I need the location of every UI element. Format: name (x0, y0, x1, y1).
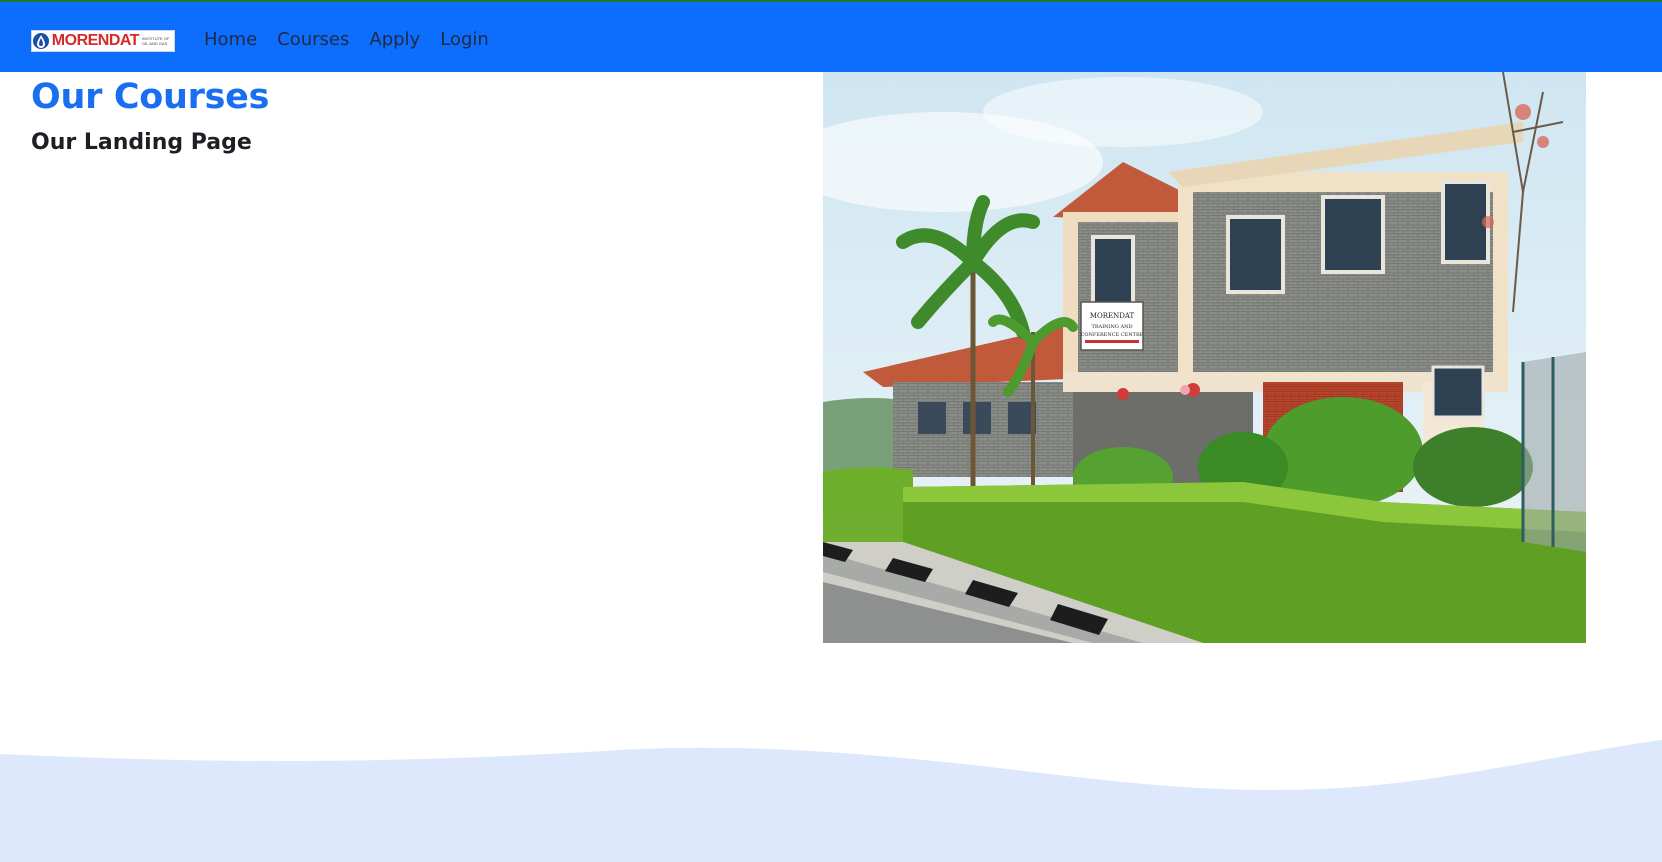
page-subtitle: Our Landing Page (31, 130, 252, 155)
nav-apply[interactable]: Apply (369, 28, 420, 52)
nav-home[interactable]: Home (204, 28, 257, 52)
footer-wave (0, 730, 1662, 862)
nav-courses[interactable]: Courses (277, 28, 349, 52)
sign-line-3: CONFERENCE CENTRE (1081, 332, 1144, 338)
brand-name: MORENDAT (51, 32, 140, 49)
hero-image: MORENDAT TRAINING AND CONFERENCE CENTRE (823, 72, 1586, 643)
brand-logo[interactable]: MORENDAT Institute of Oil and Gas (31, 30, 175, 52)
top-navbar: MORENDAT Institute of Oil and Gas Home C… (0, 0, 1662, 72)
nav-login[interactable]: Login (440, 28, 489, 52)
main-nav: Home Courses Apply Login (204, 28, 509, 52)
page-title: Our Courses (31, 77, 270, 117)
sign-line-1: MORENDAT (1090, 312, 1135, 320)
brand-tagline: Institute of Oil and Gas (142, 36, 170, 46)
oil-drop-icon (32, 31, 51, 51)
sign-line-2: TRAINING AND (1092, 324, 1133, 330)
